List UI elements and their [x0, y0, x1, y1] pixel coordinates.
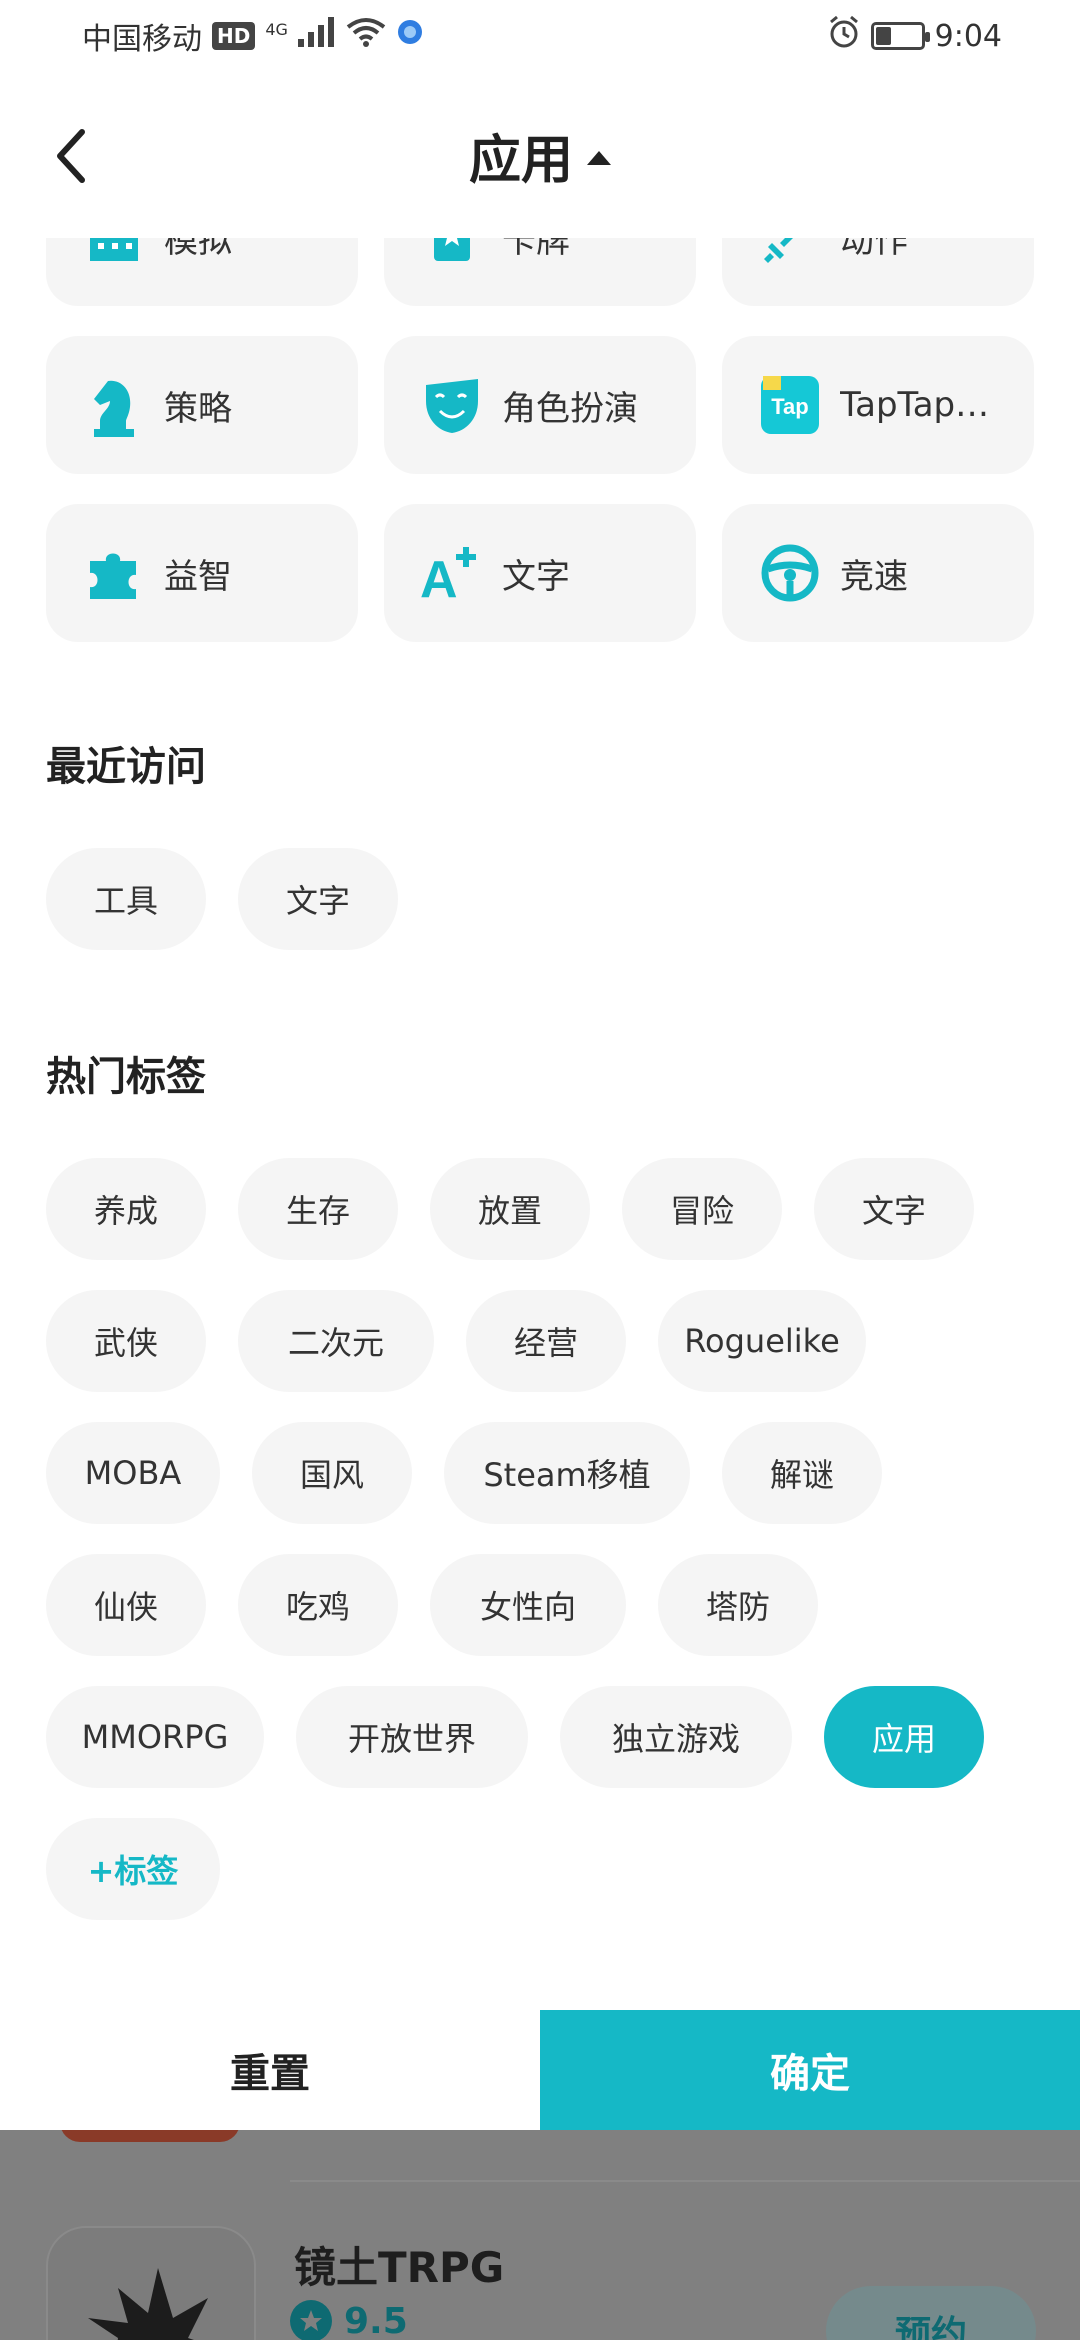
hd-badge: HD: [212, 22, 256, 50]
page-title: 应用: [468, 130, 573, 191]
caret-up-icon: [587, 151, 611, 165]
app-title: 镜土TRPG: [294, 2243, 505, 2292]
hot-tag[interactable]: 文字: [814, 1158, 974, 1260]
battery-fill: [875, 27, 892, 45]
hot-tag[interactable]: 开放世界: [296, 1686, 528, 1788]
category-grid: 模拟 卡牌 动作 策略 角色扮演 Tap TapTap… 益智 A 文字 竞速: [0, 238, 1080, 648]
title-dropdown[interactable]: 应用: [469, 118, 611, 193]
browser-icon: [396, 18, 424, 54]
hot-tag[interactable]: Steam移植: [444, 1422, 690, 1524]
hot-tag[interactable]: 放置: [430, 1158, 590, 1260]
header: 应用: [0, 100, 1080, 210]
category-card-text[interactable]: A 文字: [384, 504, 696, 642]
hot-tag[interactable]: 经营: [466, 1290, 626, 1392]
category-label: 动作: [840, 238, 908, 261]
mask-icon: [420, 373, 484, 437]
signal-icon: [297, 17, 336, 55]
app-rating: 9.5: [290, 2300, 408, 2340]
chess-knight-icon: [82, 373, 146, 437]
network-label: 4G: [265, 20, 288, 39]
card-icon: [420, 238, 484, 269]
category-label: 模拟: [164, 238, 232, 261]
category-card-action[interactable]: 动作: [722, 238, 1034, 306]
hot-tag[interactable]: 国风: [252, 1422, 412, 1524]
confirm-button[interactable]: 确定: [540, 2010, 1080, 2130]
rating-score: 9.5: [344, 2300, 408, 2340]
category-card-rpg[interactable]: 角色扮演: [384, 336, 696, 474]
hot-tag[interactable]: 生存: [238, 1158, 398, 1260]
dim-previous-item: [60, 2130, 240, 2142]
category-label: TapTap…: [840, 385, 990, 425]
hot-tag[interactable]: 武侠: [46, 1290, 206, 1392]
back-button[interactable]: [42, 126, 102, 186]
steering-wheel-icon: [758, 541, 822, 605]
category-card-simulation[interactable]: 模拟: [46, 238, 358, 306]
recent-section-title: 最近访问: [46, 744, 206, 790]
category-label: 文字: [502, 556, 570, 597]
hot-tag-selected[interactable]: 应用: [824, 1686, 984, 1788]
hot-tag[interactable]: MMORPG: [46, 1686, 264, 1788]
hot-tag[interactable]: 女性向: [430, 1554, 626, 1656]
hot-tag[interactable]: Roguelike: [658, 1290, 866, 1392]
carrier-label: 中国移动: [82, 22, 202, 57]
recent-tag[interactable]: 文字: [238, 848, 398, 950]
hot-tag[interactable]: 二次元: [238, 1290, 434, 1392]
category-card-puzzle[interactable]: 益智: [46, 504, 358, 642]
category-card-taptap[interactable]: Tap TapTap…: [722, 336, 1034, 474]
reset-button[interactable]: 重置: [0, 2010, 540, 2130]
action-bar: 重置 确定: [0, 2010, 1080, 2130]
building-icon: [82, 238, 146, 269]
hot-section-title: 热门标签: [46, 1054, 206, 1100]
text-plus-icon: A: [420, 541, 484, 605]
category-card-strategy[interactable]: 策略: [46, 336, 358, 474]
hot-tag[interactable]: 吃鸡: [238, 1554, 398, 1656]
category-label: 策略: [164, 388, 232, 429]
hot-tag[interactable]: 独立游戏: [560, 1686, 792, 1788]
wifi-icon: [346, 17, 386, 55]
hot-tag[interactable]: MOBA: [46, 1422, 220, 1524]
puzzle-icon: [82, 541, 146, 605]
hot-tag[interactable]: 仙侠: [46, 1554, 206, 1656]
category-label: 角色扮演: [502, 388, 638, 429]
sword-icon: [758, 238, 822, 269]
hot-tag[interactable]: 冒险: [622, 1158, 782, 1260]
hot-tag[interactable]: 解谜: [722, 1422, 882, 1524]
svg-text:Tap: Tap: [771, 394, 808, 419]
recent-tag[interactable]: 工具: [46, 848, 206, 950]
category-card-racing[interactable]: 竞速: [722, 504, 1034, 642]
hot-tag[interactable]: 塔防: [658, 1554, 818, 1656]
status-bar: 中国移动 HD 4G 9:04: [0, 0, 1080, 72]
add-tag-button[interactable]: +标签: [46, 1818, 220, 1920]
star-icon: [290, 2300, 332, 2340]
app-icon: [46, 2226, 256, 2340]
dimmed-background[interactable]: 镜土TRPG 9.5 预约: [0, 2130, 1080, 2340]
hot-tag[interactable]: 养成: [46, 1158, 206, 1260]
chevron-left-icon: [57, 129, 85, 183]
category-label: 卡牌: [502, 238, 570, 261]
category-label: 竞速: [840, 556, 908, 597]
category-label: 益智: [164, 556, 232, 597]
status-right: 9:04: [827, 15, 1002, 57]
svg-text:A: A: [420, 551, 458, 603]
clock: 9:04: [934, 18, 1002, 54]
taptap-icon: Tap: [758, 373, 822, 437]
status-left: 中国移动 HD 4G: [82, 14, 424, 58]
reserve-button[interactable]: 预约: [826, 2286, 1036, 2340]
category-card-card[interactable]: 卡牌: [384, 238, 696, 306]
battery-icon: [870, 22, 930, 50]
alarm-icon: [827, 15, 861, 57]
divider: [290, 2180, 1080, 2182]
